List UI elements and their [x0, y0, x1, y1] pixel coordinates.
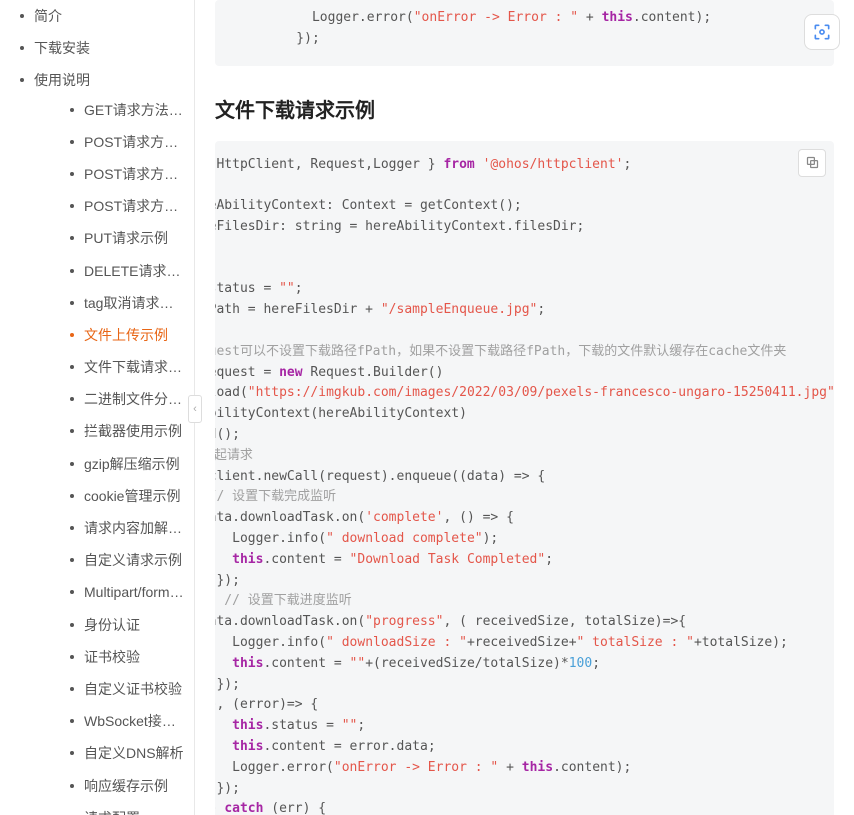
sidebar-subitem[interactable]: gzip解压缩示例 — [34, 448, 194, 480]
sidebar-subitem[interactable]: 自定义DNS解析 — [34, 737, 194, 769]
sidebar-subitem[interactable]: 自定义请求示例 — [34, 544, 194, 576]
sidebar-item[interactable]: 下载安装 — [0, 32, 194, 64]
sidebar-subitem[interactable]: POST请求方法带两... — [34, 158, 194, 190]
sidebar-subitem[interactable]: 自定义证书校验 — [34, 673, 194, 705]
sidebar-subitem[interactable]: tag取消请求示例 — [34, 287, 194, 319]
sidebar-subitem[interactable]: cookie管理示例 — [34, 480, 194, 512]
sidebar-subitem[interactable]: 拦截器使用示例 — [34, 415, 194, 447]
floating-screenshot-button[interactable] — [804, 14, 840, 50]
main-content[interactable]: Logger.error("onError -> Error : " + thi… — [195, 0, 854, 815]
sidebar-subitem[interactable]: GET请求方法示例 — [34, 94, 194, 126]
sidebar-subitem[interactable]: 身份认证 — [34, 609, 194, 641]
sidebar-subitem[interactable]: WbSocket接口请求... — [34, 705, 194, 737]
sidebar-subitem[interactable]: DELETE请求示例 — [34, 255, 194, 287]
code-content[interactable]: { HttpClient, Request,Logger } from '@oh… — [215, 141, 834, 815]
sidebar-subitem[interactable]: POST请求方法使用... — [34, 190, 194, 222]
copy-icon — [805, 155, 820, 170]
sidebar-item[interactable]: 使用说明GET请求方法示例POST请求方法示例POST请求方法带两...POST… — [0, 64, 194, 815]
sidebar-subitem[interactable]: 请求配置response... — [34, 802, 194, 815]
sidebar-subitem[interactable]: 文件上传示例 — [34, 319, 194, 351]
code-block-download-example: { HttpClient, Request,Logger } from '@oh… — [215, 141, 834, 815]
sidebar-subitem[interactable]: 二进制文件分片上... — [34, 383, 194, 415]
sidebar-subitem[interactable]: 响应缓存示例 — [34, 770, 194, 802]
sidebar-subitem[interactable]: POST请求方法示例 — [34, 126, 194, 158]
section-heading: 文件下载请求示例 — [215, 94, 834, 123]
sidebar-subitem[interactable]: 请求内容加解密示例 — [34, 512, 194, 544]
sidebar-subitem[interactable]: PUT请求示例 — [34, 222, 194, 254]
code-block-previous-tail: Logger.error("onError -> Error : " + thi… — [215, 0, 834, 66]
sidebar-nav[interactable]: 简介下载安装使用说明GET请求方法示例POST请求方法示例POST请求方法带两.… — [0, 0, 195, 815]
sidebar-subitem[interactable]: 文件下载请求示例 — [34, 351, 194, 383]
sidebar-item[interactable]: 简介 — [0, 0, 194, 32]
sidebar-subitem[interactable]: Multipart/form-dat... — [34, 576, 194, 608]
copy-code-button[interactable] — [798, 149, 826, 177]
sidebar-subitem[interactable]: 证书校验 — [34, 641, 194, 673]
viewfinder-icon — [812, 22, 832, 42]
